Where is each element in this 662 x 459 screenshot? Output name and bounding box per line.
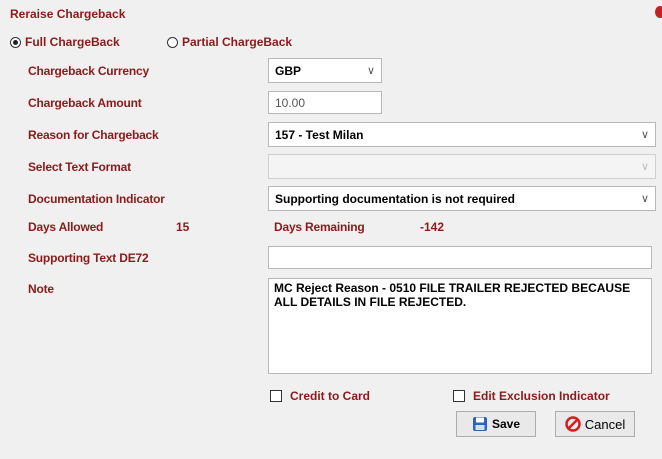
days-allowed-value: 15 [176,220,190,234]
save-label: Save [491,417,521,431]
reason-select[interactable]: 157 - Test Milan ∨ [268,122,656,147]
checkbox-box [270,390,282,402]
note-label: Note [28,282,54,296]
save-button[interactable]: Save [456,411,536,437]
close-icon[interactable] [655,6,662,18]
documentation-select[interactable]: Supporting documentation is not required… [268,186,656,211]
edit-exclusion-label: Edit Exclusion Indicator [473,389,610,403]
documentation-label: Documentation Indicator [28,192,165,206]
partial-chargeback-radio[interactable]: Partial ChargeBack [167,35,292,49]
edit-exclusion-checkbox[interactable]: Edit Exclusion Indicator [453,389,610,403]
currency-value: GBP [275,63,302,78]
partial-chargeback-label: Partial ChargeBack [182,35,293,49]
days-remaining-label: Days Remaining [274,220,365,234]
save-disk-icon [472,417,487,431]
amount-input[interactable]: 10.00 [268,91,382,114]
credit-to-card-label: Credit to Card [290,389,371,403]
full-chargeback-radio[interactable]: Full ChargeBack [10,35,120,49]
radio-unselected-icon [167,36,178,48]
reason-value: 157 - Test Milan [275,127,364,142]
checkbox-box [453,390,465,402]
text-format-select[interactable]: ∨ [268,154,656,179]
amount-label: Chargeback Amount [28,96,142,110]
cancel-label: Cancel [584,416,626,432]
cancel-circle-icon [565,416,581,432]
currency-label: Chargeback Currency [28,64,149,78]
days-remaining-value: -142 [420,220,445,234]
radio-selected-icon [10,36,21,48]
chevron-down-icon: ∨ [366,65,376,77]
full-chargeback-label: Full ChargeBack [25,35,120,49]
supporting-text-label: Supporting Text DE72 [28,251,149,265]
reason-label: Reason for Chargeback [28,128,159,142]
dialog-title: Reraise Chargeback [10,7,126,21]
days-allowed-label: Days Allowed [28,220,104,234]
chevron-down-icon: ∨ [640,193,650,205]
text-format-label: Select Text Format [28,160,131,174]
cancel-button[interactable]: Cancel [555,411,635,437]
chevron-down-icon: ∨ [640,161,650,173]
supporting-text-input[interactable] [268,246,652,269]
note-textarea[interactable]: MC Reject Reason - 0510 FILE TRAILER REJ… [268,278,652,374]
credit-to-card-checkbox[interactable]: Credit to Card [270,389,370,403]
documentation-value: Supporting documentation is not required [275,191,515,206]
currency-select[interactable]: GBP ∨ [268,58,382,83]
chevron-down-icon: ∨ [640,129,650,141]
